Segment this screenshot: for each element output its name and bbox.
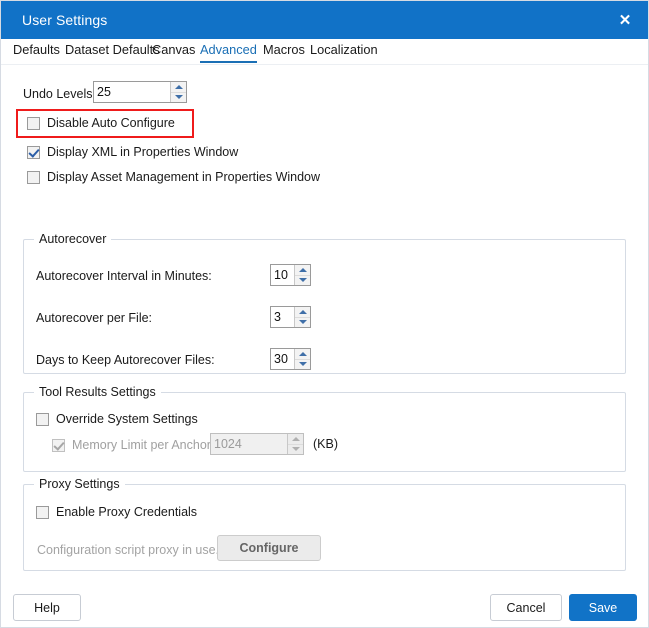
checkbox-label: Disable Auto Configure — [47, 116, 175, 130]
cancel-button[interactable]: Cancel — [490, 594, 562, 621]
triangle-down-icon — [299, 278, 307, 282]
tab-macros[interactable]: Macros — [263, 42, 305, 61]
undo-levels-value[interactable]: 25 — [94, 82, 170, 102]
days-to-keep-value[interactable]: 30 — [271, 349, 294, 369]
triangle-down-icon — [175, 95, 183, 99]
undo-levels-label: Undo Levels: — [23, 87, 96, 101]
memory-limit-arrows — [287, 434, 303, 454]
help-button[interactable]: Help — [13, 594, 81, 621]
checkbox-label: Display Asset Management in Properties W… — [47, 170, 320, 184]
tab-advanced[interactable]: Advanced — [200, 42, 257, 63]
autorecover-interval-stepper[interactable]: 10 — [270, 264, 311, 286]
group-autorecover-title: Autorecover — [34, 232, 111, 246]
checkbox-box[interactable] — [36, 506, 49, 519]
checkbox-label: Memory Limit per Anchor: — [72, 438, 214, 452]
checkbox-disable-auto-configure[interactable]: Disable Auto Configure — [27, 116, 175, 130]
days-to-keep-increment[interactable] — [295, 349, 310, 360]
checkbox-display-xml-in-properties-window[interactable]: Display XML in Properties Window — [27, 145, 238, 159]
undo-levels-decrement[interactable] — [171, 93, 186, 103]
triangle-up-icon — [299, 310, 307, 314]
checkbox-box[interactable] — [36, 413, 49, 426]
days-to-keep-autorecover-files-label: Days to Keep Autorecover Files: — [36, 353, 215, 367]
user-settings-dialog: User Settings ✕ Defaults Dataset Default… — [0, 0, 649, 628]
autorecover-interval-value[interactable]: 10 — [271, 265, 294, 285]
triangle-up-icon — [292, 437, 300, 441]
days-to-keep-stepper[interactable]: 30 — [270, 348, 311, 370]
autorecover-per-file-label: Autorecover per File: — [36, 311, 152, 325]
checkbox-enable-proxy-credentials[interactable]: Enable Proxy Credentials — [36, 505, 197, 519]
memory-limit-units-label: (KB) — [313, 437, 338, 451]
group-proxy-settings-title: Proxy Settings — [34, 477, 125, 491]
checkbox-box[interactable] — [27, 171, 40, 184]
title-bar: User Settings ✕ — [1, 1, 648, 39]
undo-levels-arrows — [170, 82, 186, 102]
group-tool-results-title: Tool Results Settings — [34, 385, 161, 399]
triangle-down-icon — [299, 362, 307, 366]
checkbox-box[interactable] — [27, 146, 40, 159]
tab-defaults[interactable]: Defaults — [13, 42, 60, 61]
autorecover-per-file-stepper[interactable]: 3 — [270, 306, 311, 328]
group-autorecover: Autorecover Autorecover Interval in Minu… — [23, 239, 626, 374]
checkbox-box[interactable] — [27, 117, 40, 130]
triangle-up-icon — [299, 268, 307, 272]
checkbox-label: Display XML in Properties Window — [47, 145, 238, 159]
days-to-keep-decrement[interactable] — [295, 360, 310, 370]
triangle-up-icon — [299, 352, 307, 356]
group-tool-results-settings: Tool Results Settings Override System Se… — [23, 392, 626, 472]
checkbox-label: Override System Settings — [56, 412, 198, 426]
tab-localization[interactable]: Localization — [310, 42, 378, 61]
autorecover-interval-arrows — [294, 265, 310, 285]
save-button[interactable]: Save — [569, 594, 637, 621]
triangle-down-icon — [299, 320, 307, 324]
autorecover-interval-increment[interactable] — [295, 265, 310, 276]
tab-dataset-defaults[interactable]: Dataset Defaults — [65, 42, 160, 61]
tab-canvas[interactable]: Canvas — [152, 42, 195, 61]
memory-limit-value: 1024 — [211, 434, 287, 454]
memory-limit-stepper: 1024 — [210, 433, 304, 455]
autorecover-per-file-decrement[interactable] — [295, 318, 310, 328]
checkbox-label: Enable Proxy Credentials — [56, 505, 197, 519]
settings-content: Undo Levels: 25 Disable Auto Configure D… — [1, 65, 648, 627]
checkbox-box — [52, 439, 65, 452]
proxy-status-note: Configuration script proxy in use. — [37, 543, 219, 557]
group-proxy-settings: Proxy Settings Enable Proxy Credentials … — [23, 484, 626, 571]
checkbox-memory-limit-per-anchor: Memory Limit per Anchor: — [52, 438, 214, 452]
triangle-down-icon — [292, 447, 300, 451]
checkbox-override-system-settings[interactable]: Override System Settings — [36, 412, 198, 426]
undo-levels-increment[interactable] — [171, 82, 186, 93]
autorecover-per-file-arrows — [294, 307, 310, 327]
close-icon[interactable]: ✕ — [602, 1, 648, 39]
autorecover-interval-label: Autorecover Interval in Minutes: — [36, 269, 212, 283]
memory-limit-increment — [288, 434, 303, 445]
configure-button[interactable]: Configure — [217, 535, 321, 561]
checkbox-display-asset-management-in-properties-window[interactable]: Display Asset Management in Properties W… — [27, 170, 320, 184]
autorecover-per-file-value[interactable]: 3 — [271, 307, 294, 327]
memory-limit-decrement — [288, 445, 303, 455]
triangle-up-icon — [175, 85, 183, 89]
autorecover-per-file-increment[interactable] — [295, 307, 310, 318]
days-to-keep-arrows — [294, 349, 310, 369]
window-title: User Settings — [22, 12, 107, 28]
tab-strip: Defaults Dataset Defaults Canvas Advance… — [1, 39, 648, 65]
undo-levels-stepper[interactable]: 25 — [93, 81, 187, 103]
autorecover-interval-decrement[interactable] — [295, 276, 310, 286]
